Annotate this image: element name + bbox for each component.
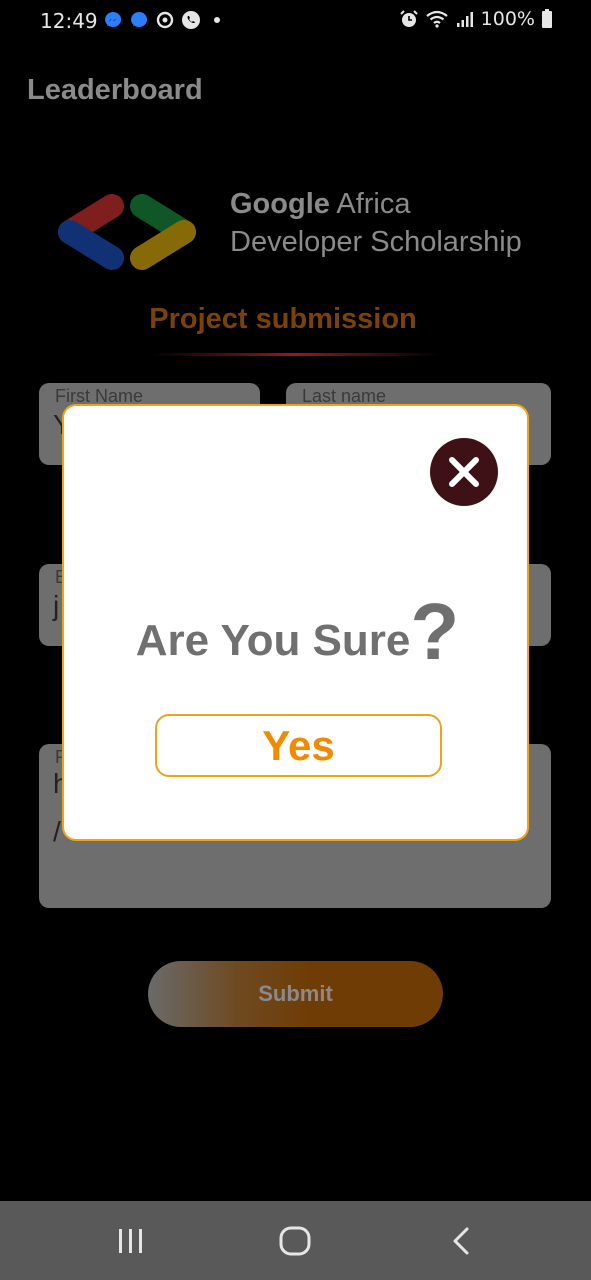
recent-apps-icon[interactable] xyxy=(112,1223,148,1259)
signal-icon xyxy=(456,12,473,27)
dot-icon xyxy=(214,17,220,23)
messenger-icon xyxy=(131,12,148,27)
confirm-dialog: Are You Sure? Yes xyxy=(62,404,529,841)
logo-text: Google Africa Developer Scholarship xyxy=(230,185,522,261)
status-right: 100% xyxy=(399,8,553,30)
email-value: j xyxy=(53,590,60,621)
logo-line-1-rest: Africa xyxy=(329,188,411,220)
logo-line-2: Developer Scholarship xyxy=(230,226,522,258)
home-icon[interactable] xyxy=(277,1223,313,1259)
confirm-message: Are You Sure? xyxy=(64,586,531,678)
battery-icon xyxy=(542,9,552,28)
project-link-value-line2: / xyxy=(53,816,61,847)
alarm-icon xyxy=(399,10,418,27)
messenger-icon xyxy=(105,12,122,27)
section-underline xyxy=(150,353,440,356)
status-time: 12:49 xyxy=(40,9,98,33)
notification-icons xyxy=(103,10,227,30)
wifi-icon xyxy=(425,10,448,28)
question-mark: ? xyxy=(410,587,460,676)
sync-icon xyxy=(156,11,174,29)
page-title: Leaderboard xyxy=(27,74,203,106)
close-button[interactable] xyxy=(430,438,498,506)
close-icon xyxy=(449,457,479,487)
submit-button[interactable]: Submit xyxy=(148,961,443,1027)
section-title: Project submission xyxy=(149,303,417,335)
screen: 12:49 100% Leaderboard Google Africa Dev… xyxy=(0,0,591,1280)
battery-percent: 100% xyxy=(480,8,535,30)
confirm-message-text: Are You Sure xyxy=(135,616,411,665)
logo-line-1: Google Africa xyxy=(230,185,522,223)
back-icon[interactable] xyxy=(443,1223,479,1259)
status-bar: 12:49 100% xyxy=(0,0,591,42)
google-developers-logo xyxy=(58,194,196,270)
whatsapp-icon xyxy=(182,11,200,29)
logo-brand: Google xyxy=(230,188,330,220)
yes-button[interactable]: Yes xyxy=(155,714,442,777)
nav-bar xyxy=(0,1201,591,1280)
